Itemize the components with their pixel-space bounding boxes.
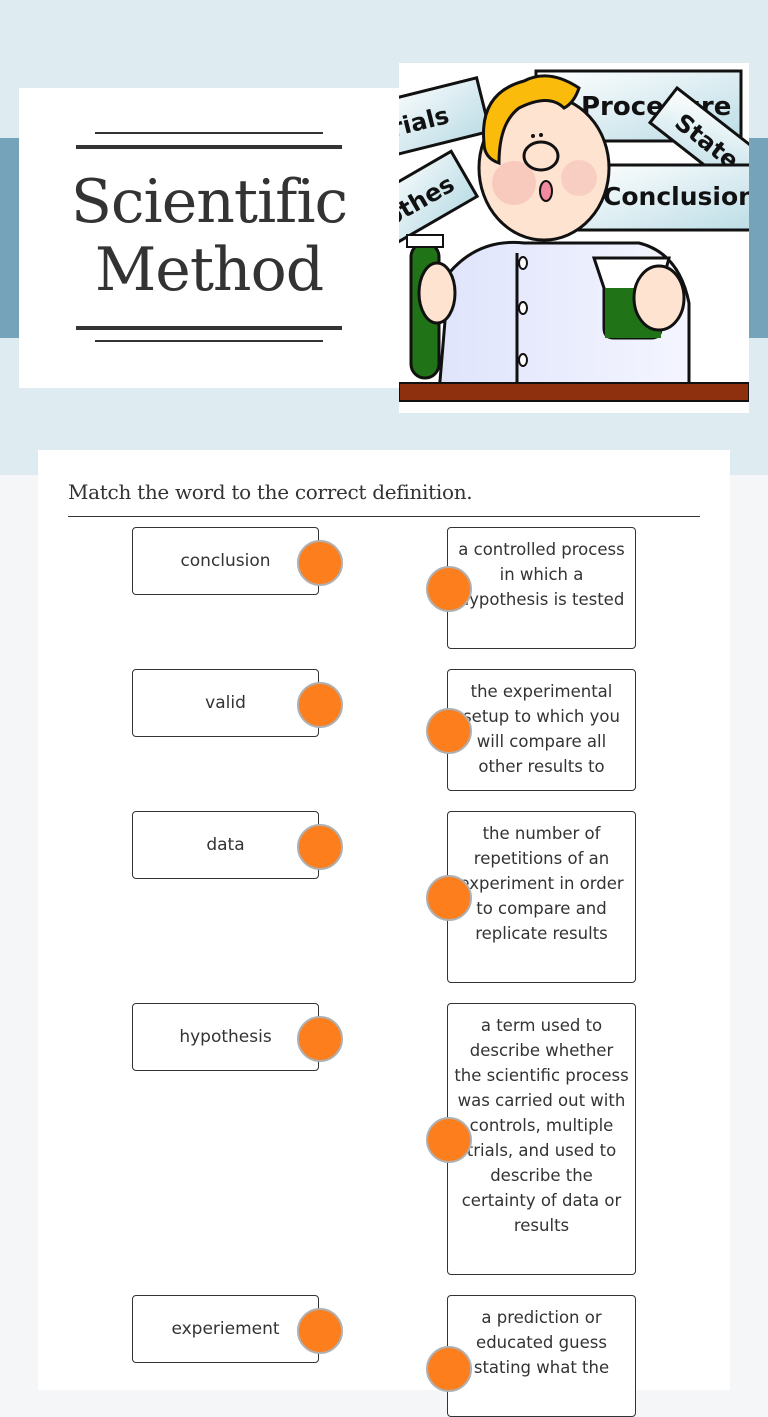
word-connector-dot[interactable]: [297, 540, 343, 586]
word-label: conclusion: [180, 551, 271, 571]
definition-card[interactable]: a controlled process in which a hypothes…: [447, 527, 636, 649]
title-rule-top-thick: [76, 145, 342, 149]
definition-text: the experimental setup to which you will…: [463, 682, 620, 776]
word-card-hypothesis[interactable]: hypothesis: [132, 1003, 319, 1071]
word-label: experiement: [171, 1319, 280, 1339]
definition-connector-dot[interactable]: [426, 1346, 472, 1392]
definition-text: a controlled process in which a hypothes…: [458, 540, 625, 609]
instruction-divider: [68, 516, 700, 517]
definition-card[interactable]: a prediction or educated guess stating w…: [447, 1295, 636, 1417]
worksheet-card: Match the word to the correct definition…: [38, 450, 730, 1417]
word-card-conclusion[interactable]: conclusion: [132, 527, 319, 595]
svg-text:Conclusion: Conclusion: [603, 182, 749, 211]
word-card-experiement[interactable]: experiement: [132, 1295, 319, 1363]
definition-text: the number of repetitions of an experime…: [459, 824, 624, 943]
word-card-valid[interactable]: valid: [132, 669, 319, 737]
scientist-illustration-svg: Procedure State rials othes Conclusion: [399, 69, 749, 402]
definition-connector-dot[interactable]: [426, 875, 472, 921]
definition-text: a term used to describe whether the scie…: [454, 1016, 629, 1235]
instruction-text: Match the word to the correct definition…: [68, 480, 473, 504]
word-label: valid: [205, 693, 246, 713]
title-card: Scientific Method: [19, 88, 399, 388]
word-connector-dot[interactable]: [297, 682, 343, 728]
title-rule-bottom-thin: [95, 340, 323, 342]
title-rule-bottom-thick: [76, 326, 342, 330]
definition-connector-dot[interactable]: [426, 566, 472, 612]
definition-text: a prediction or educated guess stating w…: [473, 1308, 610, 1377]
scientist-illustration: Procedure State rials othes Conclusion: [399, 63, 749, 413]
page-title: Scientific Method: [19, 168, 399, 304]
title-line-2: Method: [94, 235, 324, 305]
word-label: hypothesis: [179, 1027, 272, 1047]
word-connector-dot[interactable]: [297, 824, 343, 870]
definition-card[interactable]: a term used to describe whether the scie…: [447, 1003, 636, 1275]
word-connector-dot[interactable]: [297, 1016, 343, 1062]
word-card-data[interactable]: data: [132, 811, 319, 879]
definition-card[interactable]: the experimental setup to which you will…: [447, 669, 636, 791]
definition-connector-dot[interactable]: [426, 1117, 472, 1163]
word-label: data: [206, 835, 245, 855]
sign-materials: rials: [399, 76, 492, 164]
title-line-1: Scientific: [70, 167, 348, 237]
definition-connector-dot[interactable]: [426, 708, 472, 754]
definition-card[interactable]: the number of repetitions of an experime…: [447, 811, 636, 983]
word-connector-dot[interactable]: [297, 1308, 343, 1354]
title-rule-top-thin: [95, 132, 323, 134]
